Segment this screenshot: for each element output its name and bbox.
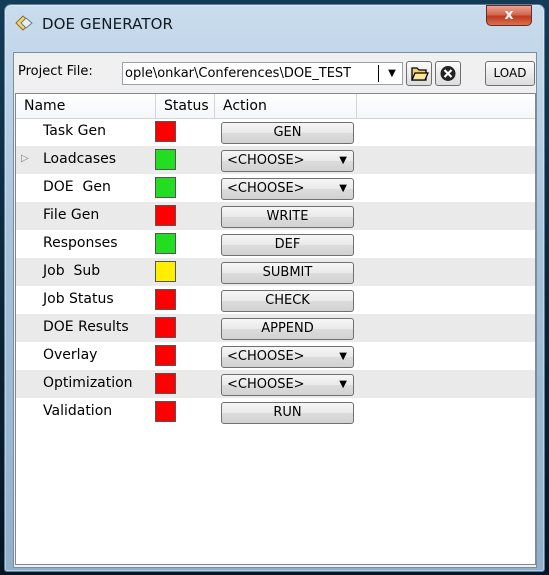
diamond-app-icon — [15, 15, 33, 31]
close-button[interactable]: x — [486, 5, 532, 26]
action-button[interactable]: DEF — [221, 234, 354, 256]
triangle-down-icon: ▼ — [339, 155, 347, 166]
table-row[interactable]: Task Gen GEN — [16, 118, 535, 146]
action-button[interactable]: GEN — [221, 122, 354, 144]
project-file-row: Project File: ople\onkar\Conferences\DOE… — [14, 53, 536, 93]
window-title: DOE GENERATOR — [42, 15, 174, 33]
column-divider[interactable] — [214, 94, 215, 118]
title-bar[interactable]: DOE GENERATOR x — [5, 5, 544, 43]
table-row[interactable]: Validation RUN — [16, 398, 535, 426]
status-indicator — [155, 149, 176, 170]
status-indicator — [155, 289, 176, 310]
row-name: Job Status — [43, 291, 114, 307]
row-name: Overlay — [43, 347, 98, 363]
action-dropdown[interactable]: <CHOOSE> ▼ — [221, 346, 354, 368]
status-indicator — [155, 121, 176, 142]
triangle-down-icon: ▼ — [339, 379, 347, 390]
table-row[interactable]: ▷ Loadcases <CHOOSE> ▼ — [16, 146, 535, 174]
action-dropdown-value: <CHOOSE> — [227, 349, 305, 364]
table-row[interactable]: DOE Results APPEND — [16, 314, 535, 342]
row-name: Optimization — [43, 375, 133, 391]
action-button[interactable]: APPEND — [221, 318, 354, 340]
table-row[interactable]: Job Sub SUBMIT — [16, 258, 535, 286]
status-indicator — [155, 317, 176, 338]
column-divider[interactable] — [155, 94, 156, 118]
status-indicator — [155, 345, 176, 366]
action-dropdown[interactable]: <CHOOSE> ▼ — [221, 178, 354, 200]
table-row[interactable]: Optimization <CHOOSE> ▼ — [16, 370, 535, 398]
action-button[interactable]: CHECK — [221, 290, 354, 312]
clear-circle-x-icon — [440, 66, 456, 81]
task-tree-table: Name Status Action Task Gen GEN ▷ Loadcases… — [15, 93, 536, 565]
window-client-area: Project File: ople\onkar\Conferences\DOE… — [13, 52, 537, 568]
row-name: DOE Gen — [43, 179, 111, 195]
action-dropdown[interactable]: <CHOOSE> ▼ — [221, 150, 354, 172]
status-indicator — [155, 233, 176, 254]
clear-project-button[interactable] — [435, 61, 461, 86]
table-row[interactable]: Job Status CHECK — [16, 286, 535, 314]
table-row[interactable]: Overlay <CHOOSE> ▼ — [16, 342, 535, 370]
project-file-value: ople\onkar\Conferences\DOE_TEST — [125, 66, 352, 81]
status-indicator — [155, 401, 176, 422]
triangle-right-icon[interactable]: ▷ — [21, 153, 29, 164]
row-name: Job Sub — [43, 263, 101, 279]
row-name: Loadcases — [43, 151, 117, 167]
load-button[interactable]: LOAD — [485, 61, 535, 86]
action-button[interactable]: WRITE — [221, 206, 354, 228]
table-header: Name Status Action — [16, 94, 535, 119]
column-header-action[interactable]: Action — [223, 98, 267, 114]
table-row[interactable]: Responses DEF — [16, 230, 535, 258]
browse-folder-button[interactable] — [406, 61, 432, 86]
doe-generator-window: DOE GENERATOR x Project File: ople\onkar… — [4, 4, 545, 572]
triangle-down-icon: ▼ — [339, 183, 347, 194]
text-cursor — [378, 65, 379, 82]
row-name: Validation — [43, 403, 113, 419]
row-name: DOE Results — [43, 319, 129, 335]
action-dropdown-value: <CHOOSE> — [227, 377, 305, 392]
action-button[interactable]: SUBMIT — [221, 262, 354, 284]
table-row[interactable]: DOE Gen <CHOOSE> ▼ — [16, 174, 535, 202]
action-button[interactable]: RUN — [221, 402, 354, 424]
triangle-down-icon[interactable]: ▼ — [384, 63, 400, 84]
status-indicator — [155, 373, 176, 394]
table-row[interactable]: File Gen WRITE — [16, 202, 535, 230]
status-indicator — [155, 177, 176, 198]
row-name: Task Gen — [43, 123, 106, 139]
project-file-label: Project File: — [18, 64, 93, 79]
folder-open-icon — [411, 67, 429, 81]
action-dropdown-value: <CHOOSE> — [227, 181, 305, 196]
row-name: File Gen — [43, 207, 100, 223]
project-file-combobox[interactable]: ople\onkar\Conferences\DOE_TEST ▼ — [122, 62, 403, 85]
action-dropdown[interactable]: <CHOOSE> ▼ — [221, 374, 354, 396]
triangle-down-icon: ▼ — [339, 351, 347, 362]
action-dropdown-value: <CHOOSE> — [227, 153, 305, 168]
column-header-status[interactable]: Status — [164, 98, 209, 114]
status-indicator — [155, 205, 176, 226]
row-name: Responses — [43, 235, 118, 251]
column-divider[interactable] — [356, 94, 357, 118]
project-file-value-container: ople\onkar\Conferences\DOE_TEST — [125, 66, 377, 82]
status-indicator — [155, 261, 176, 282]
column-header-name[interactable]: Name — [24, 98, 65, 114]
